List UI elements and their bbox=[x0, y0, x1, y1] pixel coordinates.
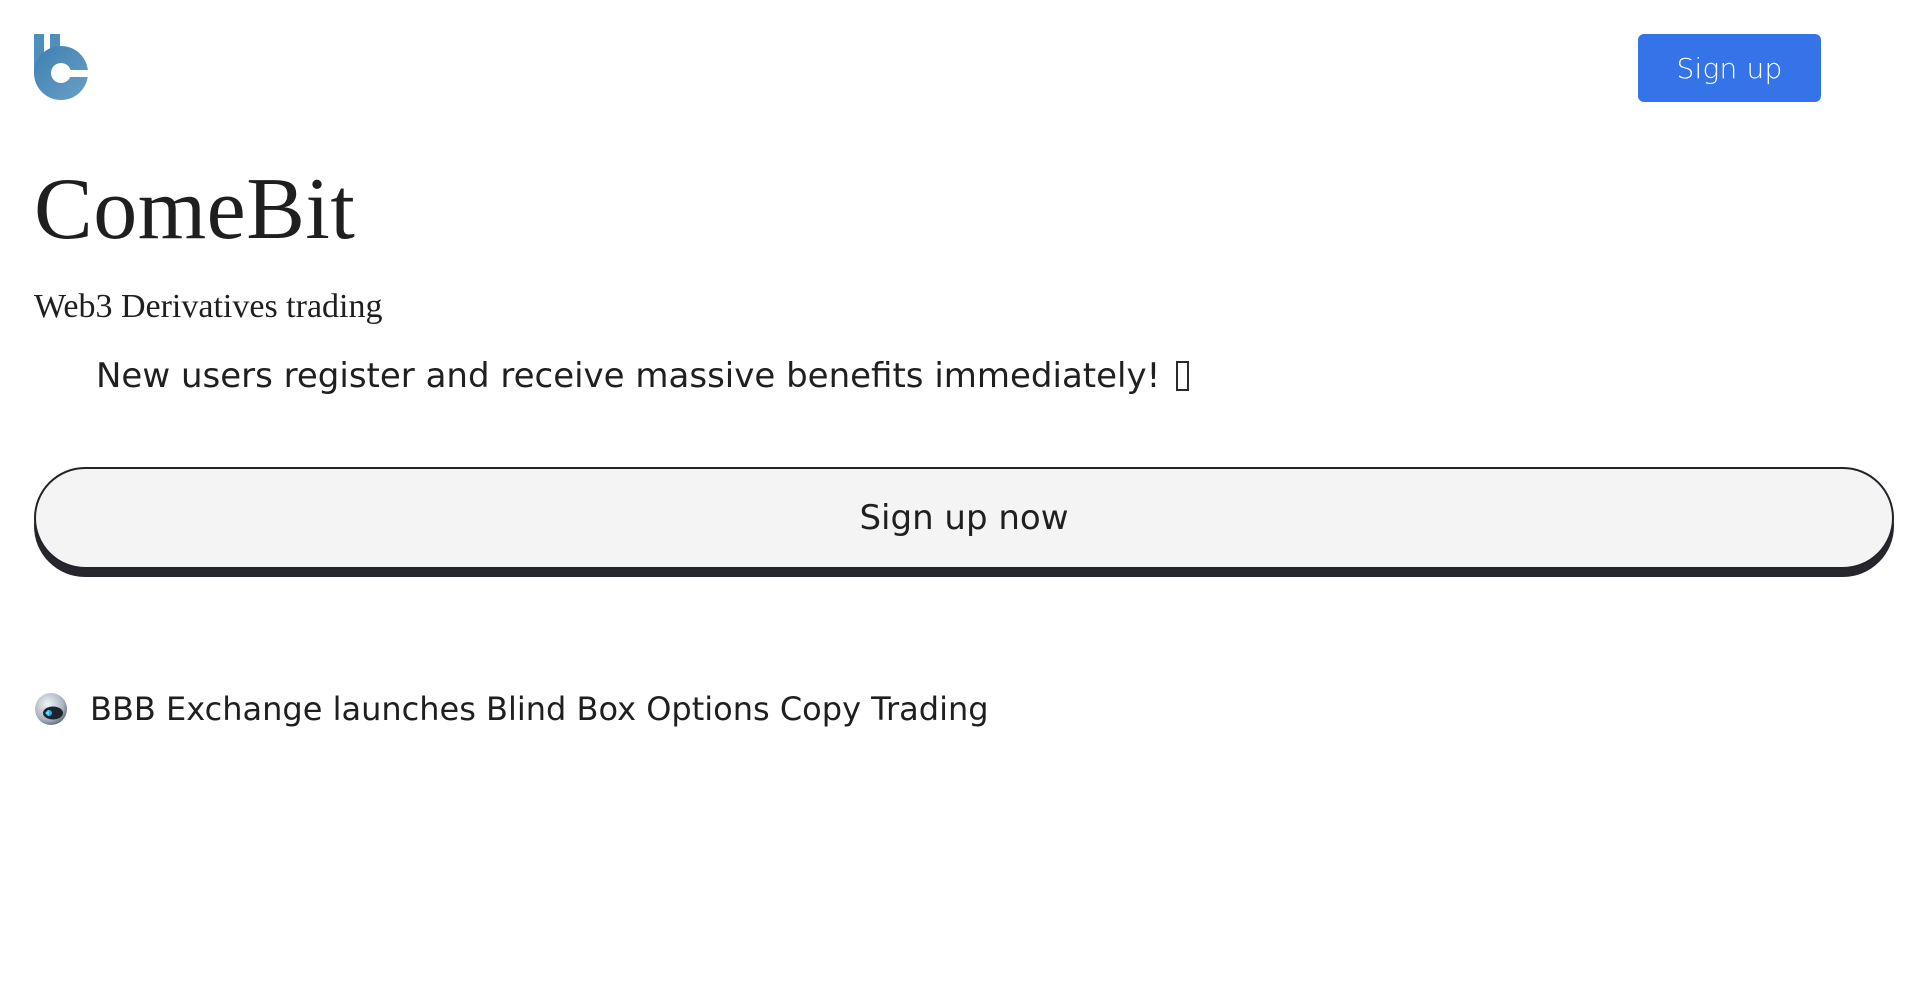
tagline: Web3 Derivatives trading bbox=[34, 288, 383, 325]
signup-now-label: Sign up now bbox=[859, 498, 1069, 538]
brand-logo-icon[interactable] bbox=[34, 34, 91, 100]
promo-banner: New users register and receive massive b… bbox=[96, 352, 1190, 400]
signup-button[interactable]: Sign up bbox=[1638, 34, 1821, 102]
page-title: ComeBit bbox=[34, 161, 356, 258]
robot-avatar-icon bbox=[34, 692, 68, 726]
missing-glyph-icon bbox=[1176, 361, 1190, 391]
news-headline: BBB Exchange launches Blind Box Options … bbox=[90, 690, 989, 728]
signup-now-button[interactable]: Sign up now bbox=[34, 467, 1894, 569]
news-item[interactable]: BBB Exchange launches Blind Box Options … bbox=[34, 690, 989, 728]
promo-text: New users register and receive massive b… bbox=[96, 356, 1161, 396]
